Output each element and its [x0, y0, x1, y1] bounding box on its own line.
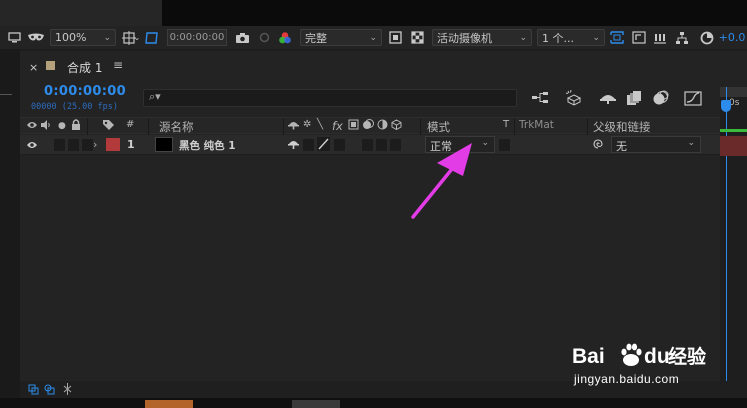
paw-icon [621, 343, 642, 366]
watermark-brand-a: Bai [572, 345, 605, 368]
watermark-brand-c: 经验 [668, 345, 707, 368]
baidu-logo: Bai du 经验 [572, 343, 707, 368]
watermark-url: jingyan.baidu.com [574, 372, 680, 386]
watermark-brand-b: du [644, 345, 670, 368]
